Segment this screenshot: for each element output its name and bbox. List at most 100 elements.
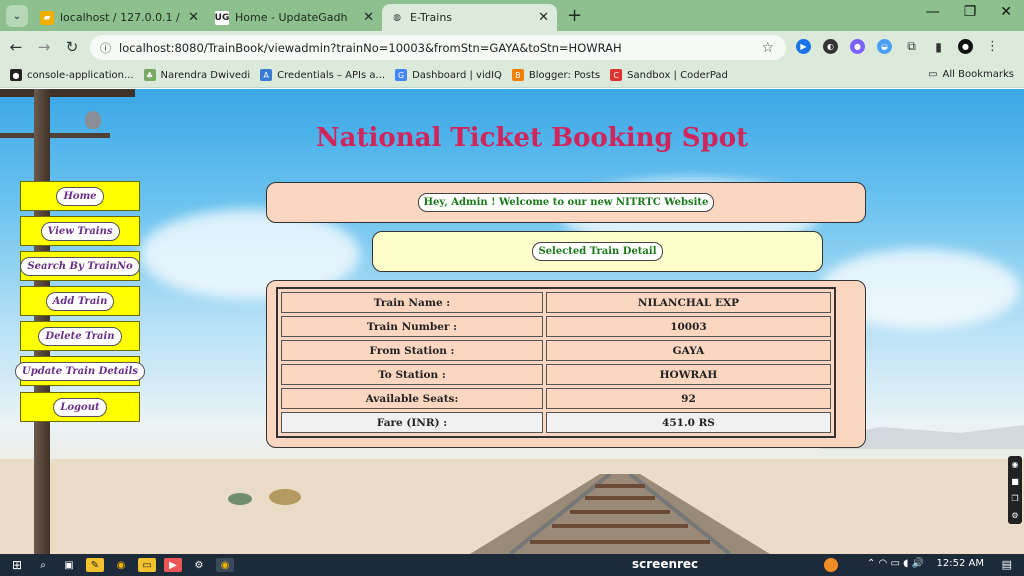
github-icon: ●	[10, 69, 22, 81]
camera-icon[interactable]: ◉	[1012, 460, 1019, 469]
folder-icon: ▰	[40, 10, 54, 25]
tab-search-button[interactable]: ⌄	[6, 5, 28, 27]
sidepanel-icon[interactable]: ▮	[931, 39, 946, 54]
bookmark-item[interactable]: A Credentials – APIs a...	[260, 69, 385, 81]
windows-start-icon[interactable]: ⊞	[8, 558, 26, 572]
train-detail-table: Train Name : NILANCHAL EXP Train Number :…	[276, 287, 836, 438]
notes-app-icon[interactable]: ✎	[86, 558, 104, 572]
table-row: Train Name : NILANCHAL EXP	[281, 292, 831, 313]
settings-icon[interactable]: ⚙	[1011, 511, 1018, 520]
detail-label: Fare (INR) :	[281, 412, 543, 433]
bookmark-item[interactable]: ● console-application...	[10, 69, 134, 81]
menu-home-button[interactable]: Home	[20, 181, 140, 211]
tab-updategadh[interactable]: UG Home - UpdateGadh ✕	[207, 4, 382, 31]
clock[interactable]: 12:52 AM	[937, 558, 984, 569]
table-row: Train Number :10003	[281, 316, 831, 337]
screenrec-label: screenrec	[632, 557, 699, 571]
tab-reservation[interactable]: ▰ localhost / 127.0.0.1 / reservatio ✕	[32, 4, 207, 31]
bookmark-item[interactable]: ♣ Narendra Dwivedi	[143, 69, 250, 81]
close-tab-icon[interactable]: ✕	[188, 10, 199, 25]
menu-view-trains-button[interactable]: View Trains	[20, 216, 140, 246]
bookmarks-bar: ● console-application... ♣ Narendra Dwived…	[0, 63, 1024, 88]
search-icon[interactable]: ⌕	[34, 558, 52, 572]
site-info-icon[interactable]: ⓘ	[100, 40, 111, 56]
reload-icon[interactable]: ↻	[58, 38, 86, 56]
bookmark-item[interactable]: C Sandbox | CoderPad	[610, 69, 728, 81]
windows-taskbar: ⊞ ⌕ ▣ ✎ ◉ ▭ ▶ ⚙ ◉ screenrec ⌃ ◠ ▭ ◖ 🔊 12…	[0, 554, 1024, 576]
copy-icon[interactable]: ❐	[1011, 494, 1018, 503]
menu-logout-button[interactable]: Logout	[20, 392, 140, 422]
menu-update-train-details-button[interactable]: Update Train Details	[14, 356, 146, 386]
bookmark-item[interactable]: B Blogger: Posts	[511, 69, 600, 81]
selected-train-heading: Selected Train Detail	[532, 242, 663, 261]
file-explorer-icon[interactable]: ▭	[138, 558, 156, 572]
close-window-icon[interactable]: ✕	[1000, 4, 1012, 20]
extension-icon[interactable]: ◐	[823, 39, 838, 54]
detail-value: 92	[545, 388, 831, 409]
globe-icon: ◍	[393, 12, 401, 23]
selected-train-banner: Selected Train Detail	[372, 231, 823, 272]
menu-search-by-trainno-button[interactable]: Search By TrainNo	[20, 251, 140, 281]
chrome-active-icon[interactable]: ◉	[216, 558, 234, 572]
browser-tab-bar: ⌄ ▰ localhost / 127.0.0.1 / reservatio ✕…	[0, 0, 1024, 31]
detail-value: 10003	[545, 316, 831, 337]
extension-icon[interactable]: ●	[850, 39, 865, 54]
recorder-toolbar: ◉ ■ ❐ ⚙	[1008, 456, 1022, 524]
detail-label: Train Number :	[281, 316, 543, 337]
chrome-icon[interactable]: ◉	[112, 558, 130, 572]
table-row: To Station : HOWRAH	[281, 364, 831, 385]
settings-app-icon[interactable]: ⚙	[190, 558, 208, 572]
detail-value: GAYA	[545, 340, 831, 361]
detail-value: 451.0 RS	[545, 412, 831, 433]
page-title: National Ticket Booking Spot	[315, 123, 749, 153]
menu-add-train-button[interactable]: Add Train	[20, 286, 140, 316]
extension-icon[interactable]: ◒	[877, 39, 892, 54]
tab-etrains[interactable]: ◍ E-Trains ✕	[382, 4, 557, 31]
page-viewport: National Ticket Booking Spot Home View T…	[0, 89, 1024, 554]
detail-label: To Station :	[281, 364, 543, 385]
back-icon[interactable]: ←	[2, 38, 30, 56]
app-icon[interactable]: ▶	[164, 558, 182, 572]
detail-value: NILANCHAL EXP	[545, 292, 831, 313]
bookmark-star-icon[interactable]: ☆	[761, 40, 774, 56]
detail-label: Train Name :	[281, 292, 543, 313]
video-icon[interactable]: ■	[1011, 477, 1019, 486]
table-row: Fare (INR) :451.0 RS	[281, 412, 831, 433]
window-controls: — ❐ ✕	[926, 4, 1024, 20]
welcome-message: Hey, Admin ! Welcome to our new NITRTC W…	[417, 193, 715, 212]
task-view-icon[interactable]: ▣	[60, 558, 78, 572]
notification-icon[interactable]: ▤	[1002, 558, 1012, 571]
forward-icon[interactable]: →	[30, 38, 58, 56]
folder-icon: ▭	[928, 69, 938, 80]
restore-icon[interactable]: ❐	[964, 4, 977, 20]
puzzle-icon[interactable]: ⧉	[904, 39, 919, 54]
menu-delete-train-button[interactable]: Delete Train	[20, 321, 140, 351]
system-tray-icons[interactable]: ⌃ ◠ ▭ ◖ 🔊	[867, 558, 924, 569]
table-row: Available Seats: 92	[281, 388, 831, 409]
close-tab-icon[interactable]: ✕	[363, 10, 374, 25]
detail-label: From Station :	[281, 340, 543, 361]
detail-label: Available Seats:	[281, 388, 543, 409]
api-icon: A	[260, 69, 273, 81]
avatar[interactable]: ●	[958, 39, 973, 54]
bookmark-item[interactable]: G Dashboard | vidIQ	[395, 69, 502, 81]
ug-icon: UG	[214, 10, 230, 25]
extensions-area: ▶ ◐ ● ◒ ⧉ ▮ ● ⋮	[796, 39, 1000, 54]
app-tray-icon[interactable]	[824, 558, 838, 572]
close-tab-icon[interactable]: ✕	[538, 10, 549, 25]
extension-icon[interactable]: ▶	[796, 39, 811, 54]
new-tab-button[interactable]: +	[567, 5, 582, 26]
more-icon[interactable]: ⋮	[985, 39, 1000, 54]
google-icon: G	[395, 69, 408, 81]
welcome-panel: Hey, Admin ! Welcome to our new NITRTC W…	[266, 182, 866, 223]
url-field[interactable]: ⓘ localhost:8080/TrainBook/viewadmin?tra…	[90, 35, 786, 60]
address-bar-row: ← → ↻ ⓘ localhost:8080/TrainBook/viewadm…	[0, 31, 1024, 63]
pole-crossbar	[0, 89, 135, 97]
all-bookmarks-button[interactable]: ▭ All Bookmarks	[928, 69, 1014, 80]
detail-value: HOWRAH	[545, 364, 831, 385]
coderpad-icon: C	[610, 69, 623, 81]
tree-icon: ♣	[143, 69, 156, 81]
table-row: From Station : GAYA	[281, 340, 831, 361]
blogger-icon: B	[511, 69, 524, 81]
minimize-icon[interactable]: —	[926, 4, 940, 20]
